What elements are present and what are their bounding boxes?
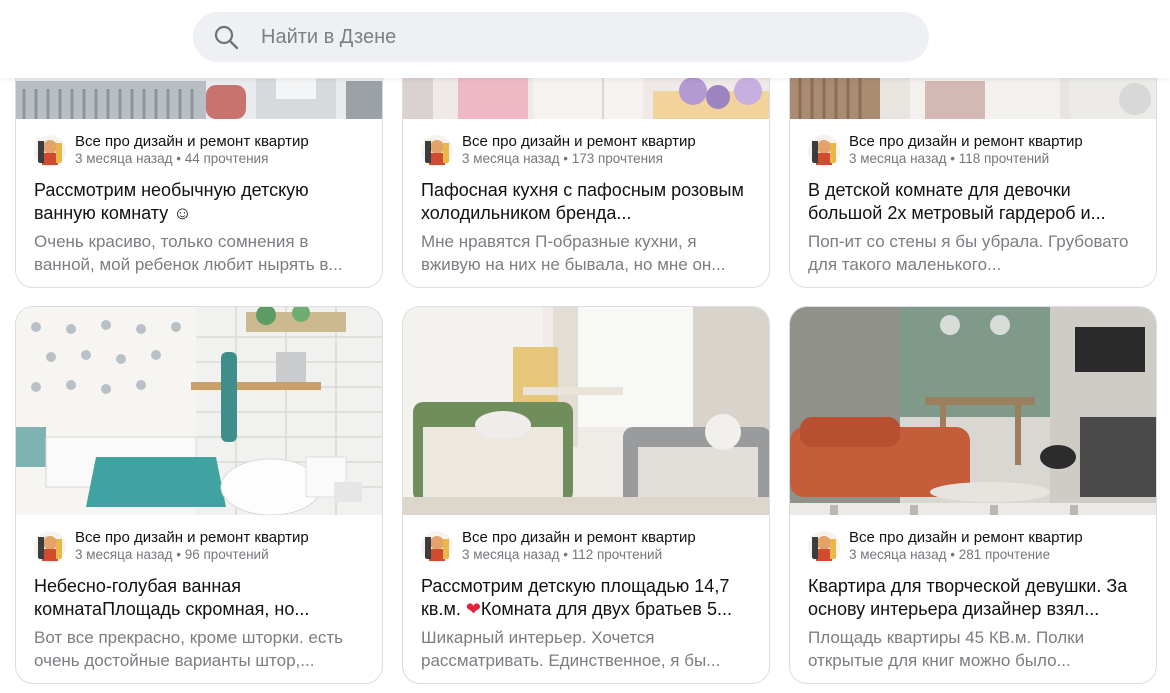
article-stats: 3 месяца назад • 118 прочтений — [849, 151, 1050, 166]
channel-name[interactable]: Все про дизайн и ремонт квартир — [462, 529, 696, 546]
article-meta: Все про дизайн и ремонт квартир 3 месяца… — [808, 529, 1148, 569]
article-meta: Все про дизайн и ремонт квартир 3 месяца… — [421, 133, 761, 173]
article-title[interactable]: Рассмотрим необычную детскую ванную комн… — [34, 179, 370, 225]
article-meta: Все про дизайн и ремонт квартир 3 месяца… — [34, 133, 374, 173]
article-meta: Все про дизайн и ремонт квартир 3 месяца… — [421, 529, 761, 569]
article-title[interactable]: В детской комнате для девочки большой 2х… — [808, 179, 1144, 225]
article-card-5[interactable]: Все про дизайн и ремонт квартир 3 месяца… — [402, 306, 770, 684]
channel-name[interactable]: Все про дизайн и ремонт квартир — [75, 529, 309, 546]
article-snippet[interactable]: Мне нравятся П-образные кухни, я вживую … — [421, 230, 757, 276]
article-title[interactable]: Квартира для творческой девушки. За осно… — [808, 575, 1144, 621]
channel-name[interactable]: Все про дизайн и ремонт квартир — [849, 529, 1083, 546]
article-title[interactable]: Рассмотрим детскую площадью 14,7 кв.м. ❤… — [421, 575, 757, 621]
article-snippet[interactable]: Площадь квартиры 45 КВ.м. Полки открытые… — [808, 626, 1144, 672]
article-stats: 3 месяца назад • 44 прочтения — [75, 151, 269, 166]
channel-name[interactable]: Все про дизайн и ремонт квартир — [462, 133, 696, 150]
article-title[interactable]: Небесно-голубая ванная комнатаПлощадь ск… — [34, 575, 370, 621]
heart-icon: ❤ — [465, 599, 481, 619]
channel-avatar[interactable] — [34, 531, 66, 563]
article-thumbnail[interactable] — [16, 307, 382, 515]
search-bar[interactable] — [193, 12, 929, 62]
channel-name[interactable]: Все про дизайн и ремонт квартир — [849, 133, 1083, 150]
article-thumbnail[interactable] — [790, 307, 1156, 515]
article-thumbnail[interactable] — [403, 307, 769, 515]
article-meta: Все про дизайн и ремонт квартир 3 месяца… — [808, 133, 1148, 173]
top-bar — [0, 0, 1170, 78]
channel-name[interactable]: Все про дизайн и ремонт квартир — [75, 133, 309, 150]
article-stats: 3 месяца назад • 96 прочтений — [75, 547, 269, 562]
title-text: Комната для двух братьев 5... — [480, 599, 732, 619]
channel-avatar[interactable] — [34, 135, 66, 167]
article-title[interactable]: Пафосная кухня с пафосным розовым холоди… — [421, 179, 757, 225]
article-snippet[interactable]: Очень красиво, только сомнения в ванной,… — [34, 230, 370, 276]
article-snippet[interactable]: Поп-ит со стены я бы убрала. Грубовато д… — [808, 230, 1144, 276]
article-card-6[interactable]: Все про дизайн и ремонт квартир 3 месяца… — [789, 306, 1157, 684]
article-stats: 3 месяца назад • 112 прочтений — [462, 547, 663, 562]
article-snippet[interactable]: Шикарный интерьер. Хочется рассматривать… — [421, 626, 757, 672]
article-stats: 3 месяца назад • 173 прочтения — [462, 151, 663, 166]
article-meta: Все про дизайн и ремонт квартир 3 месяца… — [34, 529, 374, 569]
article-snippet[interactable]: Вот все прекрасно, кроме шторки. есть оч… — [34, 626, 370, 672]
channel-avatar[interactable] — [808, 135, 840, 167]
article-card-4[interactable]: Все про дизайн и ремонт квартир 3 месяца… — [15, 306, 383, 684]
channel-avatar[interactable] — [808, 531, 840, 563]
channel-avatar[interactable] — [421, 531, 453, 563]
article-stats: 3 месяца назад • 281 прочтение — [849, 547, 1051, 562]
search-input[interactable] — [261, 12, 901, 62]
search-icon[interactable] — [213, 24, 239, 50]
channel-avatar[interactable] — [421, 135, 453, 167]
